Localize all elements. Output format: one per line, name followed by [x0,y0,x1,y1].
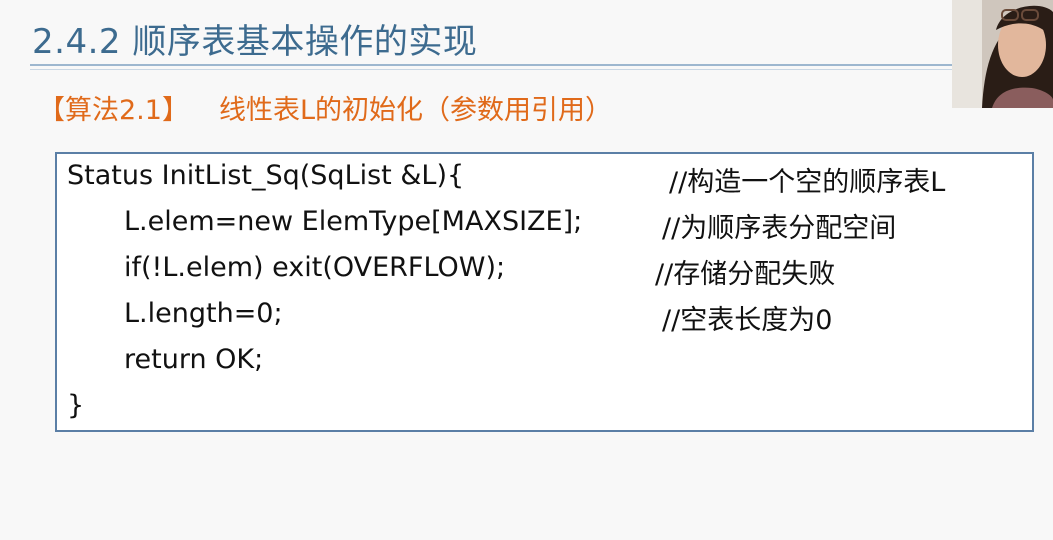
code-comment: //构造一个空的顺序表L [669,167,946,198]
code-block: Status InitList_Sq(SqList &L){ //构造一个空的顺… [55,152,1034,432]
code-line: L.length=0; [124,298,283,329]
code-line: return OK; [124,344,264,375]
algorithm-tag: 【算法2.1】 [38,95,189,126]
presenter-video-thumbnail [952,0,1053,108]
slide-title: 2.4.2 顺序表基本操作的实现 [32,22,478,62]
code-comment: //空表长度为0 [662,305,833,336]
code-comment: //为顺序表分配空间 [662,213,897,244]
title-divider-thin [30,69,980,70]
code-line: L.elem=new ElemType[MAXSIZE]; [124,206,583,237]
code-comment: //存储分配失败 [655,259,836,290]
algorithm-title: 线性表L的初始化（参数用引用） [218,95,612,126]
code-line: } [67,390,85,421]
title-divider [30,64,980,66]
code-line: Status InitList_Sq(SqList &L){ [67,160,465,191]
presenter-avatar [952,0,1053,108]
code-line: if(!L.elem) exit(OVERFLOW); [124,252,506,283]
algorithm-heading: 【算法2.1】 线性表L的初始化（参数用引用） [38,88,612,127]
